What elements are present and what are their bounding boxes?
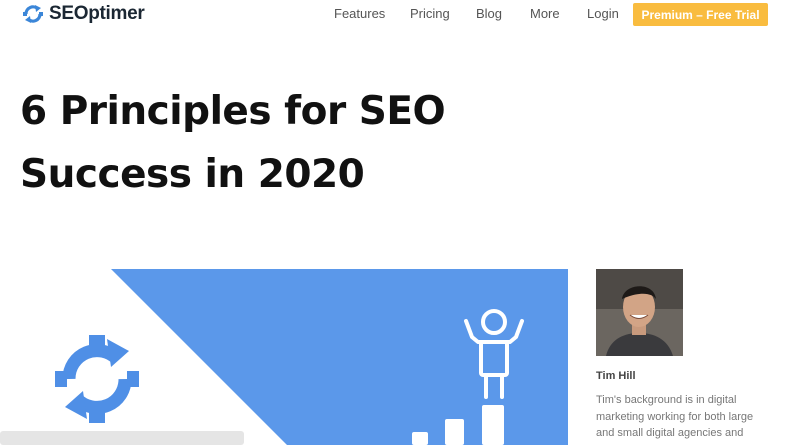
brand-logo[interactable]: SEOptimer — [21, 2, 145, 26]
nav-blog[interactable]: Blog — [476, 6, 502, 21]
nav-features[interactable]: Features — [334, 6, 385, 21]
free-trial-button[interactable]: Premium – Free Trial — [633, 3, 768, 26]
hero-gray-card — [0, 431, 244, 445]
author-bio: Tim's background is in digital marketing… — [596, 394, 754, 445]
article-title: 6 Principles for SEO Success in 2020 — [20, 80, 540, 206]
hero-image — [0, 269, 568, 445]
gear-sync-icon — [23, 5, 43, 23]
nav-more[interactable]: More — [530, 6, 560, 21]
title-line-2: Success in 2020 — [20, 152, 365, 197]
brand-name: SEOptimer — [49, 3, 145, 24]
title-line-1: 6 Principles for SEO — [20, 89, 446, 134]
nav-login[interactable]: Login — [587, 6, 619, 21]
site-header: SEOptimer Features Pricing Blog More Log… — [0, 0, 800, 28]
author-name[interactable]: Tim Hill — [596, 370, 636, 382]
author-avatar — [596, 269, 683, 356]
nav-pricing[interactable]: Pricing — [410, 6, 450, 21]
